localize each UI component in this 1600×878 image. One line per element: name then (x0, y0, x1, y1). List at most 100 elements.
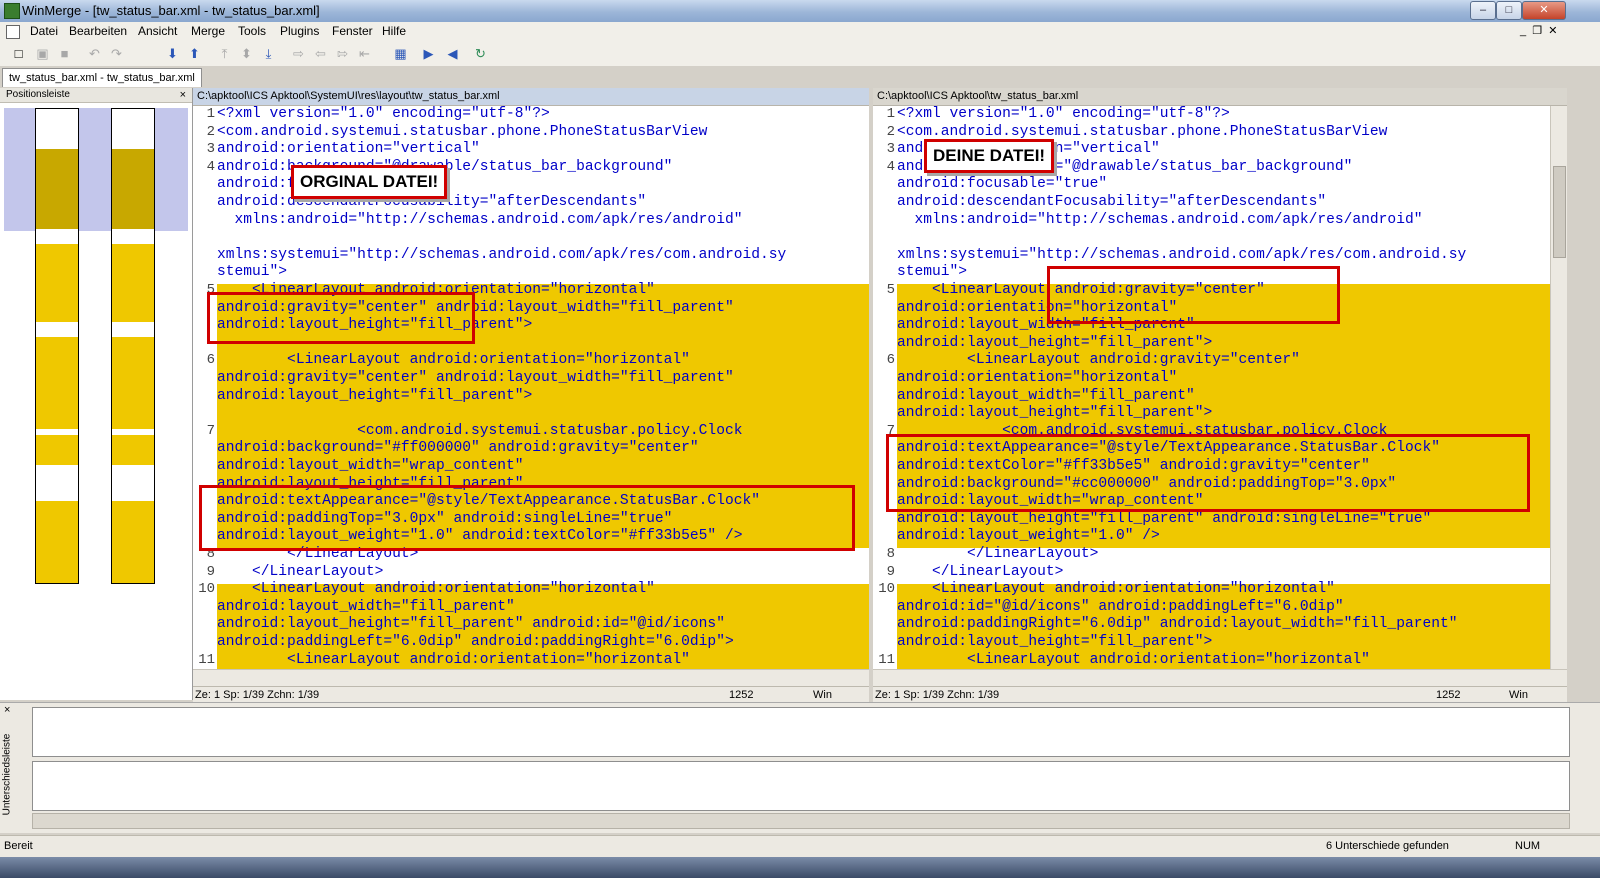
all-left-icon[interactable]: ◀ (444, 45, 461, 62)
menu-fenster[interactable]: Fenster (332, 24, 373, 38)
scrollbar-thumb[interactable] (1553, 166, 1566, 258)
code-line[interactable]: android:id="@id/icons" android:paddingLe… (897, 599, 1344, 617)
menu-plugins[interactable]: Plugins (280, 24, 319, 38)
line-number: 9 (886, 563, 895, 580)
location-pane-title: Positionsleiste (6, 89, 70, 100)
copy-right-icon[interactable]: ⇨ (290, 45, 307, 62)
code-line[interactable]: <LinearLayout android:orientation="horiz… (217, 652, 690, 670)
right-code-area[interactable]: <?xml version="1.0" encoding="utf-8"?> <c… (897, 106, 1551, 670)
copy-left-advance-icon[interactable]: ⇤ (356, 45, 373, 62)
code-line[interactable]: xmlns:systemui="http://schemas.android.c… (217, 247, 786, 265)
code-line[interactable]: android:descendantFocusability="afterDes… (897, 194, 1326, 212)
new-file-icon[interactable]: □ (10, 45, 27, 62)
save-icon[interactable]: ■ (56, 45, 73, 62)
code-line[interactable]: <?xml version="1.0" encoding="utf-8"?> (217, 106, 550, 124)
code-line[interactable]: android:layout_width="fill_parent" (217, 599, 515, 617)
code-line[interactable]: android:focusable="true" (897, 176, 1107, 194)
menu-datei[interactable]: Datei (30, 24, 58, 38)
visible-area-indicator[interactable] (4, 108, 188, 231)
code-line[interactable]: xmlns:android="http://schemas.android.co… (217, 212, 743, 230)
right-file-pane[interactable]: C:\apktool\ICS Apktool\tw_status_bar.xml… (873, 88, 1567, 686)
code-line[interactable]: <LinearLayout android:orientation="horiz… (897, 652, 1370, 670)
next-diff-icon[interactable]: ⬇ (164, 45, 181, 62)
diff-pane-right-line[interactable] (32, 761, 1570, 811)
code-line[interactable]: android:gravity="center" android:layout_… (217, 370, 734, 388)
maximize-button[interactable]: □ (1496, 1, 1522, 20)
left-line-number-gutter: 1 2 3 4 5 6 7 8 9 10 11 (193, 106, 217, 670)
code-line[interactable]: android:paddingLeft="6.0dip" android:pad… (217, 634, 734, 652)
code-line[interactable]: android:layout_height="fill_parent" andr… (897, 511, 1431, 529)
menu-tools[interactable]: Tools (238, 24, 266, 38)
first-diff-icon[interactable]: ⤒ (216, 45, 233, 62)
code-line[interactable]: </LinearLayout> (897, 564, 1063, 582)
copy-right-advance-icon[interactable]: ⇰ (334, 45, 351, 62)
code-line[interactable]: android:orientation="vertical" (217, 141, 480, 159)
left-annotation-box-clock (199, 485, 855, 551)
menu-merge[interactable]: Merge (191, 24, 225, 38)
document-icon[interactable] (6, 25, 20, 39)
code-line[interactable]: <com.android.systemui.statusbar.phone.Ph… (217, 124, 707, 142)
right-horizontal-scrollbar[interactable] (873, 669, 1567, 686)
line-number: 11 (198, 651, 215, 668)
code-line[interactable]: <LinearLayout android:gravity="center" (897, 352, 1300, 370)
line-number: 4 (206, 158, 215, 175)
code-line[interactable]: stemui"> (897, 264, 967, 282)
menu-bearbeiten[interactable]: Bearbeiten (69, 24, 127, 38)
line-number: 6 (886, 352, 895, 369)
redo-icon[interactable]: ↷ (108, 45, 125, 62)
code-line[interactable]: <?xml version="1.0" encoding="utf-8"?> (897, 106, 1230, 124)
code-line[interactable]: android:orientation="horizontal" (897, 370, 1177, 388)
options-icon[interactable]: ▦ (392, 45, 409, 62)
code-line[interactable]: android:layout_width="wrap_content" (217, 458, 524, 476)
close-window-button[interactable]: ✕ (1522, 1, 1566, 20)
code-line[interactable]: </LinearLayout> (897, 546, 1098, 564)
undo-icon[interactable]: ↶ (86, 45, 103, 62)
right-annotation-box-clock (886, 434, 1530, 512)
right-pane-status: Ze: 1 Sp: 1/39 Zchn: 1/39 1252 Win (873, 686, 1567, 703)
code-line[interactable]: <LinearLayout android:orientation="horiz… (217, 352, 690, 370)
left-file-path: C:\apktool\ICS Apktool\SystemUI\res\layo… (193, 88, 869, 106)
code-line[interactable]: xmlns:systemui="http://schemas.android.c… (897, 247, 1466, 265)
code-line[interactable]: android:layout_height="fill_parent"> (217, 388, 532, 406)
code-line[interactable]: xmlns:android="http://schemas.android.co… (897, 212, 1423, 230)
mdi-window-controls[interactable]: _ ❐ ✕ (1520, 24, 1557, 37)
left-horizontal-scrollbar[interactable] (193, 669, 869, 686)
copy-left-icon[interactable]: ⇦ (312, 45, 329, 62)
close-location-pane-icon[interactable]: × (174, 88, 186, 102)
open-icon[interactable]: ▣ (34, 45, 51, 62)
line-number: 3 (886, 141, 895, 158)
refresh-icon[interactable]: ↻ (472, 45, 489, 62)
code-line[interactable]: android:layout_weight="1.0" /> (897, 528, 1160, 546)
right-file-location-bar[interactable] (111, 108, 155, 584)
code-line[interactable]: android:layout_height="fill_parent"> (897, 335, 1212, 353)
diff-pane-left-line[interactable] (32, 707, 1570, 757)
line-number: 10 (878, 581, 895, 598)
code-line[interactable]: <LinearLayout android:orientation="horiz… (897, 581, 1335, 599)
diff-pane-horizontal-scrollbar[interactable] (32, 813, 1570, 829)
right-cursor-position: Ze: 1 Sp: 1/39 Zchn: 1/39 (875, 689, 1000, 701)
prev-diff-icon[interactable]: ⬆ (186, 45, 203, 62)
status-bar: Bereit 6 Unterschiede gefunden NUM (0, 835, 1600, 858)
current-diff-icon[interactable]: ⬍ (238, 45, 255, 62)
left-file-location-bar[interactable] (35, 108, 79, 584)
menu-ansicht[interactable]: Ansicht (138, 24, 177, 38)
last-diff-icon[interactable]: ⤓ (260, 45, 277, 62)
code-line[interactable]: <com.android.systemui.statusbar.policy.C… (217, 423, 742, 441)
right-vertical-scrollbar[interactable] (1550, 106, 1567, 670)
code-line[interactable]: android:layout_height="fill_parent"> (897, 634, 1212, 652)
original-file-callout: ORGINAL DATEI! (291, 165, 448, 199)
code-line[interactable]: android:layout_width="fill_parent" (897, 388, 1195, 406)
close-diff-pane-icon[interactable]: × (4, 704, 10, 716)
all-right-icon[interactable]: ▶ (420, 45, 437, 62)
code-line[interactable]: android:background="#ff000000" android:g… (217, 440, 699, 458)
code-line[interactable]: </LinearLayout> (217, 564, 383, 582)
menu-hilfe[interactable]: Hilfe (382, 24, 406, 38)
code-line[interactable]: android:layout_height="fill_parent"> (897, 405, 1212, 423)
code-line[interactable]: stemui"> (217, 264, 287, 282)
code-line[interactable]: android:layout_height="fill_parent" andr… (217, 616, 725, 634)
code-line[interactable]: android:paddingRight="6.0dip" android:la… (897, 616, 1458, 634)
minimize-button[interactable]: – (1470, 1, 1496, 20)
code-line[interactable]: <LinearLayout android:orientation="horiz… (217, 581, 655, 599)
document-tab[interactable]: tw_status_bar.xml - tw_status_bar.xml (2, 68, 202, 87)
status-difference-count: 6 Unterschiede gefunden (1326, 840, 1449, 852)
